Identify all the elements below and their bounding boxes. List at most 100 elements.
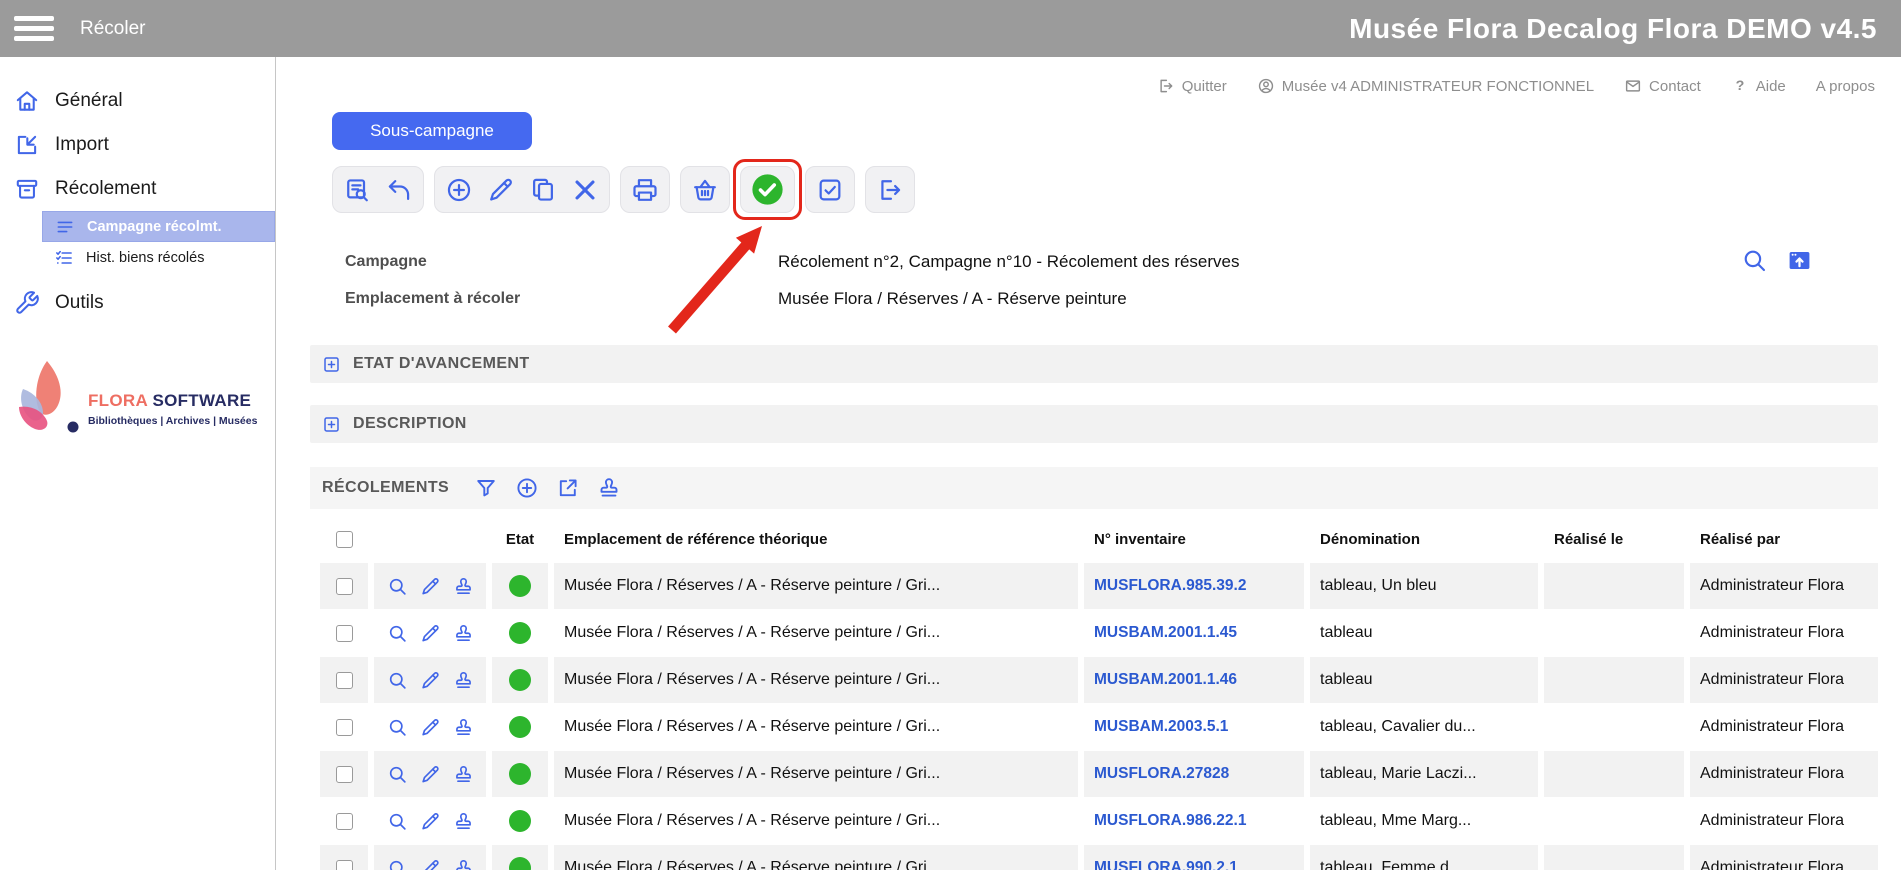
stamp-record-icon[interactable]: [453, 858, 474, 870]
copy-button[interactable]: [529, 176, 557, 204]
edit-record-icon[interactable]: [420, 858, 441, 870]
expand-plus-icon[interactable]: [322, 355, 341, 374]
inventaire-link[interactable]: MUSBAM.2001.1.45: [1084, 610, 1304, 656]
user-account-link[interactable]: Musée v4 ADMINISTRATEUR FONCTIONNEL: [1257, 77, 1594, 95]
sidebar-item-hist-biens-recoles[interactable]: Hist. biens récolés: [42, 242, 275, 273]
aide-link[interactable]: ? Aide: [1731, 77, 1786, 95]
recolements-header: RÉCOLEMENTS: [310, 467, 1878, 509]
sidebar-item-general[interactable]: Général: [0, 79, 275, 123]
realise-le-cell: [1544, 751, 1684, 797]
stamp-record-icon[interactable]: [453, 811, 474, 832]
status-green-dot: [509, 763, 531, 785]
row-checkbox[interactable]: [336, 719, 353, 736]
view-record-icon[interactable]: [387, 764, 408, 785]
menu-lines-icon: [55, 217, 75, 237]
basket-button[interactable]: [691, 176, 719, 204]
edit-record-icon[interactable]: [420, 811, 441, 832]
edit-button[interactable]: [487, 176, 515, 204]
column-header-realise-le: Réalisé le: [1544, 519, 1684, 559]
open-external-icon[interactable]: [556, 476, 580, 500]
search-icon[interactable]: [1741, 247, 1768, 274]
table-row: Musée Flora / Réserves / A - Réserve pei…: [320, 704, 1878, 750]
emplacement-cell: Musée Flora / Réserves / A - Réserve pei…: [554, 704, 1078, 750]
delete-button[interactable]: [571, 176, 599, 204]
row-checkbox[interactable]: [336, 625, 353, 642]
realise-le-cell: [1544, 563, 1684, 609]
hamburger-menu-icon[interactable]: [14, 16, 54, 41]
table-row: Musée Flora / Réserves / A - Réserve pei…: [320, 657, 1878, 703]
view-record-icon[interactable]: [387, 576, 408, 597]
sidebar-item-campagne-recolmt[interactable]: Campagne récolmt.: [42, 211, 275, 242]
contact-link[interactable]: Contact: [1624, 77, 1701, 95]
section-description[interactable]: DESCRIPTION: [310, 405, 1878, 443]
stamp-record-icon[interactable]: [453, 717, 474, 738]
inventaire-link[interactable]: MUSFLORA.986.22.1: [1084, 798, 1304, 844]
edit-record-icon[interactable]: [420, 576, 441, 597]
table-row: Musée Flora / Réserves / A - Réserve pei…: [320, 563, 1878, 609]
status-green-dot: [509, 716, 531, 738]
row-checkbox[interactable]: [336, 672, 353, 689]
checklist-icon: [54, 248, 74, 268]
view-record-icon[interactable]: [387, 858, 408, 870]
sidebar-item-import[interactable]: Import: [0, 123, 275, 167]
expand-plus-icon[interactable]: [322, 415, 341, 434]
denomination-cell: tableau, Cavalier du...: [1310, 704, 1538, 750]
list-search-button[interactable]: [343, 176, 371, 204]
emplacement-label: Emplacement à récoler: [345, 290, 778, 308]
view-record-icon[interactable]: [387, 670, 408, 691]
edit-record-icon[interactable]: [420, 670, 441, 691]
user-circle-icon: [1257, 77, 1275, 95]
print-button[interactable]: [631, 176, 659, 204]
view-record-icon[interactable]: [387, 811, 408, 832]
checkbox-check-button[interactable]: [816, 176, 844, 204]
denomination-cell: tableau: [1310, 657, 1538, 703]
status-green-dot: [509, 622, 531, 644]
edit-record-icon[interactable]: [420, 717, 441, 738]
inventaire-link[interactable]: MUSBAM.2001.1.46: [1084, 657, 1304, 703]
campagne-field: Campagne Récolement n°2, Campagne n°10 -…: [345, 243, 1901, 280]
sous-campagne-tab[interactable]: Sous-campagne: [332, 112, 532, 150]
filter-icon[interactable]: [474, 476, 498, 500]
row-checkbox[interactable]: [336, 766, 353, 783]
sidebar-item-recolement[interactable]: Récolement: [0, 167, 275, 211]
sidebar-item-label: Hist. biens récolés: [86, 250, 204, 266]
stamp-record-icon[interactable]: [453, 576, 474, 597]
row-checkbox[interactable]: [336, 813, 353, 830]
stamp-record-icon[interactable]: [453, 623, 474, 644]
select-all-checkbox[interactable]: [336, 531, 353, 548]
open-window-icon[interactable]: [1786, 247, 1813, 274]
export-button[interactable]: [876, 176, 904, 204]
view-record-icon[interactable]: [387, 717, 408, 738]
row-actions: [374, 610, 486, 656]
stamp-record-icon[interactable]: [453, 670, 474, 691]
edit-record-icon[interactable]: [420, 764, 441, 785]
main-content: Quitter Musée v4 ADMINISTRATEUR FONCTION…: [277, 57, 1901, 870]
quitter-link[interactable]: Quitter: [1157, 77, 1227, 95]
inventaire-link[interactable]: MUSFLORA.985.39.2: [1084, 563, 1304, 609]
a-propos-link[interactable]: A propos: [1816, 78, 1875, 95]
column-header-inventaire: N° inventaire: [1084, 519, 1304, 559]
section-etat-avancement[interactable]: ETAT D'AVANCEMENT: [310, 345, 1878, 383]
inventaire-link[interactable]: MUSBAM.2003.5.1: [1084, 704, 1304, 750]
campagne-value: Récolement n°2, Campagne n°10 - Récoleme…: [778, 252, 1240, 272]
toolbar-group-search: [332, 166, 424, 213]
status-green-dot: [509, 857, 531, 870]
emplacement-value: Musée Flora / Réserves / A - Réserve pei…: [778, 289, 1127, 309]
validate-check-button[interactable]: [751, 173, 784, 206]
table-body: Musée Flora / Réserves / A - Réserve pei…: [320, 563, 1878, 870]
row-checkbox[interactable]: [336, 578, 353, 595]
stamp-icon[interactable]: [597, 476, 621, 500]
toolbar-group-print: [620, 166, 670, 213]
row-checkbox[interactable]: [336, 860, 353, 870]
add-record-icon[interactable]: [515, 476, 539, 500]
view-record-icon[interactable]: [387, 623, 408, 644]
sidebar-item-outils[interactable]: Outils: [0, 281, 275, 325]
inventaire-link[interactable]: MUSFLORA.990.2.1: [1084, 845, 1304, 870]
edit-record-icon[interactable]: [420, 623, 441, 644]
denomination-cell: tableau, Mme Marg...: [1310, 798, 1538, 844]
stamp-record-icon[interactable]: [453, 764, 474, 785]
row-actions: [374, 751, 486, 797]
inventaire-link[interactable]: MUSFLORA.27828: [1084, 751, 1304, 797]
add-button[interactable]: [445, 176, 473, 204]
undo-button[interactable]: [385, 176, 413, 204]
